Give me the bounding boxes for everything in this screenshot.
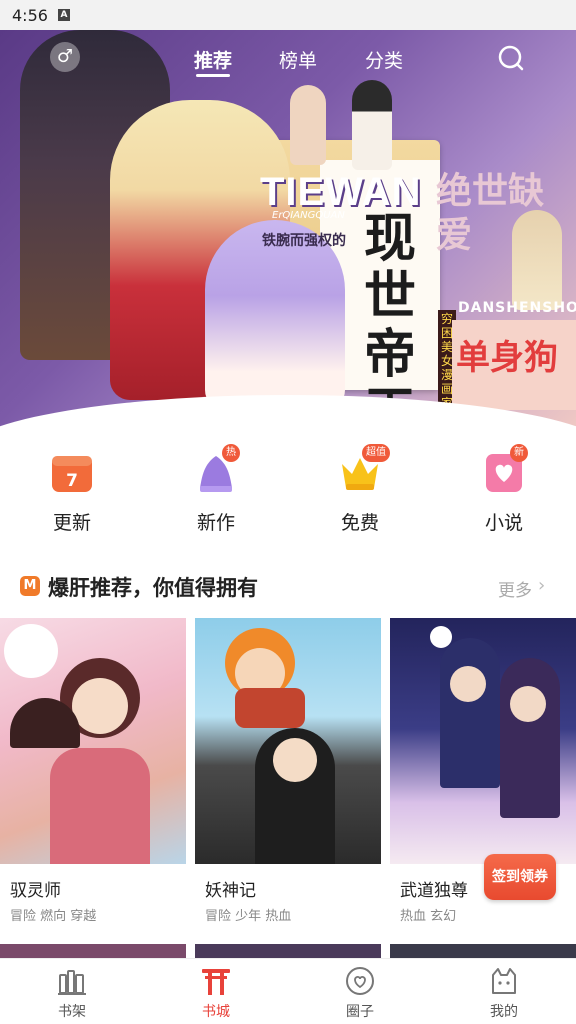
comic-tags: 热血 玄幻 [400, 909, 457, 924]
bottom-nav-label: 圈子 [346, 1004, 374, 1020]
comic-tags: 冒险 燃向 穿越 [10, 909, 97, 924]
cover-figure-face2 [273, 738, 317, 782]
section-title: 爆肝推荐，你值得拥有 [48, 576, 258, 600]
cover-figure-right [500, 658, 560, 818]
tab-recommend[interactable]: 推荐 [194, 46, 232, 73]
hero-right-title-top: 绝世缺爱 [436, 171, 545, 256]
comic-card[interactable]: 驭灵师 冒险 燃向 穿越 [0, 618, 186, 928]
section-header: M 爆肝推荐，你值得拥有 更多 › [0, 566, 576, 606]
cover-figure-left [440, 638, 500, 788]
quick-label-update: 更新 [52, 512, 91, 534]
comic-cover-peek[interactable] [195, 944, 381, 958]
gender-icon[interactable]: ♂ [50, 42, 80, 72]
cat-face-icon [492, 968, 516, 994]
tab-underline [196, 74, 230, 77]
comic-cover[interactable] [0, 618, 186, 864]
cover-figure-top [235, 688, 305, 728]
bottom-nav-bookshelf[interactable]: 书架 [0, 959, 144, 1024]
quick-label-new: 新作 [196, 512, 235, 534]
quick-badge-new: 新 [510, 444, 528, 462]
bottom-nav: 书架 书城 圈子 我的 [0, 958, 576, 1024]
cover-figure-face [72, 678, 128, 734]
hero-chibi-girl [290, 85, 326, 165]
top-nav: ♂ 推荐 榜单 分类 [0, 38, 576, 82]
bottom-nav-bookstore[interactable]: 书城 [144, 959, 288, 1024]
cover-face-right [510, 686, 546, 722]
calendar-icon: 7 [52, 456, 92, 492]
comic-cover-peek[interactable] [0, 944, 186, 958]
comic-cover-peek[interactable] [390, 944, 576, 958]
search-icon[interactable] [497, 44, 525, 72]
comic-cover[interactable] [195, 618, 381, 864]
chevron-right-icon[interactable]: › [538, 575, 545, 596]
quick-link-novel[interactable]: 新 小说 [432, 440, 576, 540]
tab-category[interactable]: 分类 [365, 46, 403, 73]
quick-badge-hot: 热 [222, 444, 240, 462]
bottom-nav-label: 我的 [490, 1004, 518, 1020]
quick-links: 7 更新 热 新作 超值 免费 新 小说 [0, 440, 576, 540]
bottom-nav-label: 书架 [58, 1004, 86, 1020]
cover-face-left [450, 666, 486, 702]
quick-link-free[interactable]: 超值 免费 [288, 440, 432, 540]
tab-ranking[interactable]: 榜单 [279, 46, 317, 73]
status-time: 4:56 [12, 5, 48, 25]
hero-brand-sub: ErQIANGQUAN [272, 210, 345, 221]
quick-badge-value: 超值 [362, 444, 390, 462]
comic-tags: 冒险 少年 热血 [205, 909, 292, 924]
comic-cover[interactable] [390, 618, 576, 864]
hero-banner[interactable]: TIEWAN ErQIANGQUAN 铁腕而强权的 现世帝王 穷困美女漫画家 绝… [0, 30, 576, 430]
cover-figure-body [50, 748, 150, 864]
sign-in-coupon-button[interactable]: 签到领券 [484, 854, 556, 900]
hero-right-en: DANSHENSHOU [458, 300, 576, 316]
hero-right-title: 单身狗 [456, 338, 558, 378]
bottom-nav-circle[interactable]: 圈子 [288, 959, 432, 1024]
bottom-nav-mine[interactable]: 我的 [432, 959, 576, 1024]
cover-spirit-creature [4, 624, 58, 678]
quick-label-novel: 小说 [484, 512, 523, 534]
quick-link-new[interactable]: 热 新作 [144, 440, 288, 540]
bookstore-gate-icon [202, 969, 230, 995]
comic-title: 武道独尊 [400, 881, 468, 901]
comic-list-next-row [0, 944, 576, 958]
quick-label-free: 免费 [340, 512, 379, 534]
comic-title: 驭灵师 [10, 881, 61, 901]
hero-chibi-boy [352, 80, 392, 170]
more-link[interactable]: 更多 [498, 576, 532, 601]
calendar-day: 7 [66, 471, 78, 491]
bookshelf-icon [58, 970, 86, 995]
notification-icon: A [57, 9, 70, 21]
comic-title: 妖神记 [205, 881, 256, 901]
comic-card[interactable]: 妖神记 冒险 少年 热血 [195, 618, 381, 928]
cover-moon [430, 626, 452, 648]
hero-tagline: 铁腕而强权的 [262, 233, 346, 249]
quick-link-update[interactable]: 7 更新 [0, 440, 144, 540]
bottom-nav-label: 书城 [202, 1004, 230, 1020]
circle-heart-icon [346, 967, 374, 995]
section-logo: M [20, 576, 40, 596]
status-bar: 4:56 A [0, 0, 576, 30]
